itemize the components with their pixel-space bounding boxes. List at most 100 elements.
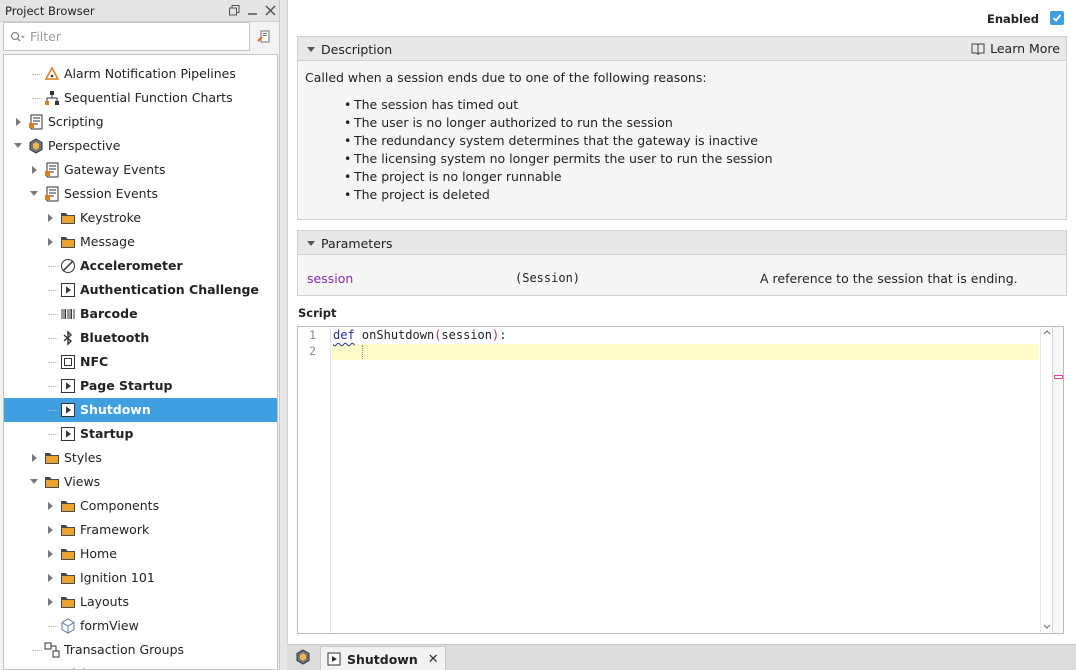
collapsed-arrow-icon[interactable] (46, 237, 56, 247)
filter-options-icon[interactable] (255, 28, 273, 46)
reason-item: The user is no longer authorized to run … (344, 115, 773, 133)
tree-item-sequential-function-charts[interactable]: Sequential Function Charts (4, 86, 277, 110)
tree-item-alarm-notification-pipelines[interactable]: Alarm Notification Pipelines (4, 62, 277, 86)
error-overview-ruler[interactable] (1052, 327, 1063, 633)
tree-item-barcode[interactable]: Barcode (4, 302, 277, 326)
tree-item-message[interactable]: Message (4, 230, 277, 254)
collapsed-arrow-icon[interactable] (46, 501, 56, 511)
collapsed-arrow-icon[interactable] (14, 117, 24, 127)
tree-item-ignition-101[interactable]: Ignition 101 (4, 566, 277, 590)
tree-connector (48, 362, 58, 363)
current-line-highlight (332, 344, 1039, 360)
reason-item: The project is no longer runnable (344, 169, 773, 187)
collapse-icon[interactable] (307, 241, 315, 246)
tree-item-perspective[interactable]: Perspective (4, 134, 277, 158)
script-icon (44, 162, 60, 178)
project-browser-header: Project Browser (0, 0, 279, 22)
folder-icon (44, 666, 60, 669)
tree-item-label: Alarm Notification Pipelines (64, 66, 236, 81)
enabled-checkbox[interactable] (1050, 11, 1064, 25)
reason-item: The licensing system no longer permits t… (344, 151, 773, 169)
collapse-icon[interactable] (307, 47, 315, 52)
collapsed-arrow-icon[interactable] (30, 453, 40, 463)
collapsed-arrow-icon[interactable] (46, 525, 56, 535)
error-marker[interactable] (1054, 375, 1063, 379)
tree-item-page-startup[interactable]: Page Startup (4, 374, 277, 398)
tree-item-label: Bluetooth (80, 330, 150, 345)
tree-item-authentication-challenge[interactable]: Authentication Challenge (4, 278, 277, 302)
folder-icon (60, 498, 76, 514)
code-area[interactable]: def onShutdown(session): (332, 327, 1039, 633)
minimize-icon[interactable] (243, 2, 261, 20)
script-icon (44, 186, 60, 202)
tree-item-views[interactable]: Views (4, 470, 277, 494)
code-line-1: def onShutdown(session): (332, 328, 506, 344)
tree-item-label: Page Startup (80, 378, 173, 393)
tab-close-icon[interactable]: ✕ (428, 652, 439, 667)
tab-shutdown[interactable]: Shutdown ✕ (320, 646, 446, 670)
tree-item-session-events[interactable]: Session Events (4, 182, 277, 206)
tree-item-components[interactable]: Components (4, 494, 277, 518)
event-script-icon (60, 402, 76, 418)
tree-item-label: Authentication Challenge (80, 282, 259, 297)
tree-item-bluetooth[interactable]: Bluetooth (4, 326, 277, 350)
learn-more-link[interactable]: Learn More (971, 41, 1060, 56)
script-label: Script (298, 306, 337, 320)
parameters-header[interactable]: Parameters (298, 231, 1066, 255)
tree-item-label: Ignition 101 (80, 570, 155, 585)
description-section: Description Learn More Called when a ses… (297, 36, 1067, 220)
restore-icon[interactable] (225, 2, 243, 20)
tree-item-framework[interactable]: Framework (4, 518, 277, 542)
description-title: Description (321, 42, 393, 57)
close-icon[interactable] (261, 2, 279, 20)
tree-item-formview[interactable]: formView (4, 614, 277, 638)
tree-item-home[interactable]: Home (4, 542, 277, 566)
tree-item-gateway-events[interactable]: Gateway Events (4, 158, 277, 182)
collapsed-arrow-icon[interactable] (30, 165, 40, 175)
event-script-icon (60, 282, 76, 298)
tree-item-label: Scripting (48, 114, 104, 129)
tree-item-nfc[interactable]: NFC (4, 350, 277, 374)
expanded-arrow-icon[interactable] (30, 477, 40, 487)
tree-item-label: Styles (64, 450, 102, 465)
tree-item-accelerometer[interactable]: Accelerometer (4, 254, 277, 278)
text-caret (362, 345, 363, 359)
accelerometer-icon (60, 258, 76, 274)
description-intro: Called when a session ends due to one of… (305, 70, 707, 85)
tree-item-transaction-groups[interactable]: Transaction Groups (4, 638, 277, 662)
keyword-def: def (333, 328, 355, 342)
parameters-title: Parameters (321, 236, 393, 251)
reason-item: The project is deleted (344, 187, 773, 205)
tree-item-layouts[interactable]: Layouts (4, 590, 277, 614)
panel-splitter[interactable] (280, 0, 287, 670)
expanded-arrow-icon[interactable] (14, 141, 24, 151)
collapsed-arrow-icon[interactable] (46, 597, 56, 607)
event-script-icon (60, 426, 76, 442)
editor-tab-bar: Shutdown ✕ (287, 644, 1076, 670)
folder-icon (60, 546, 76, 562)
tree-item-label: Gateway Events (64, 162, 166, 177)
tree-item-keystroke[interactable]: Keystroke (4, 206, 277, 230)
project-browser-panel: Project Browser Alarm Notification (0, 0, 280, 670)
bluetooth-icon (60, 330, 76, 346)
collapsed-arrow-icon[interactable] (46, 549, 56, 559)
collapsed-arrow-icon[interactable] (46, 213, 56, 223)
filter-input[interactable] (26, 29, 249, 44)
description-header[interactable]: Description Learn More (298, 37, 1066, 61)
expanded-arrow-icon[interactable] (30, 189, 40, 199)
perspective-tab-icon[interactable] (295, 649, 313, 667)
tree-item-styles[interactable]: Styles (4, 446, 277, 470)
tree-item-scripting[interactable]: Scripting (4, 110, 277, 134)
tree-connector (48, 266, 58, 267)
script-editor[interactable]: 1 2 def onShutdown(session): (297, 326, 1064, 634)
tree-item-vision[interactable]: Vision (4, 662, 277, 669)
vertical-scrollbar[interactable] (1040, 327, 1052, 633)
tree-item-label: Message (80, 234, 135, 249)
line-number-gutter: 1 2 (298, 327, 331, 633)
tree-item-startup[interactable]: Startup (4, 422, 277, 446)
folder-icon (60, 522, 76, 538)
tree-connector (32, 98, 42, 99)
alarm-pipeline-icon (44, 66, 60, 82)
collapsed-arrow-icon[interactable] (46, 573, 56, 583)
tree-item-shutdown[interactable]: Shutdown (4, 398, 277, 422)
